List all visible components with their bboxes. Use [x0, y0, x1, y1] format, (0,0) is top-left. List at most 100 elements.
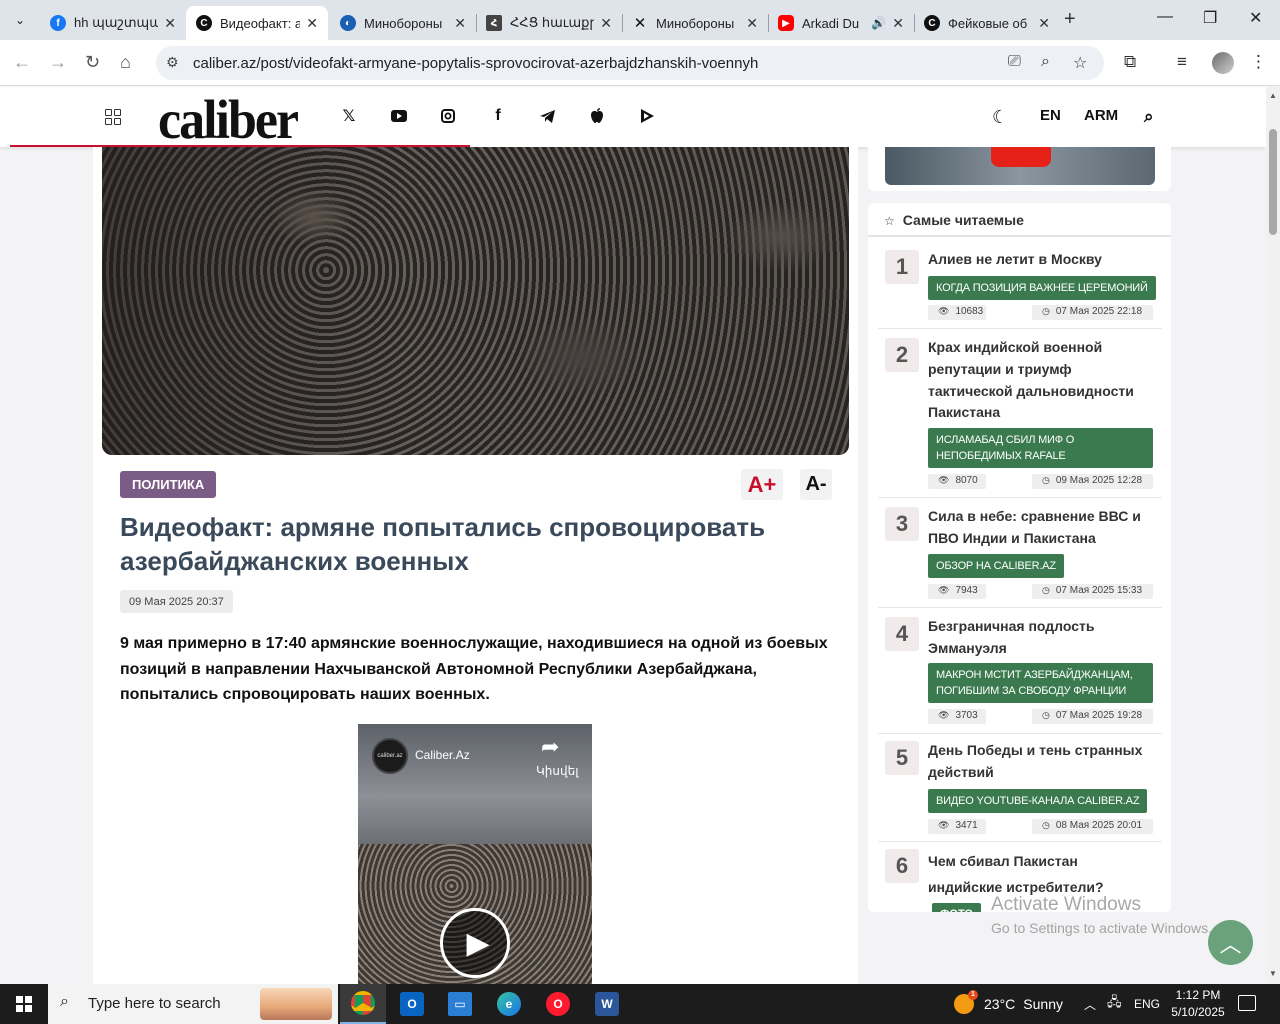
- instagram-social-icon[interactable]: [437, 105, 459, 127]
- item-title[interactable]: Крах индийской военной репутации и триум…: [928, 337, 1153, 424]
- item-meta: 👁 10683 ◷ 07 Мая 2025 22:18: [928, 305, 1153, 321]
- most-read-item[interactable]: 3 Сила в небе: сравнение ВВС и ПВО Индии…: [878, 498, 1162, 608]
- site-logo[interactable]: caliber: [158, 90, 299, 152]
- font-decrease-button[interactable]: A-: [800, 469, 832, 500]
- reload-button[interactable]: ↻: [85, 52, 100, 73]
- taskbar-outlook[interactable]: O: [389, 984, 435, 1024]
- close-tab-icon[interactable]: ✕: [892, 15, 904, 32]
- most-read-item[interactable]: 4 Безграничная подлость Эммануэля МАКРОН…: [878, 608, 1162, 734]
- browser-tab-4[interactable]: Հ ՀՀՑ հաւաքր ✕: [476, 6, 622, 40]
- new-tab-button[interactable]: +: [1064, 8, 1076, 31]
- windows-logo-icon: [16, 996, 32, 1012]
- back-to-top-button[interactable]: ︿: [1208, 920, 1253, 965]
- article-date: 09 Мая 2025 20:37: [120, 590, 233, 613]
- youtube-play-icon[interactable]: [991, 147, 1051, 167]
- system-clock[interactable]: 1:12 PM 5/10/2025: [1163, 987, 1233, 1021]
- browser-tab-1[interactable]: f hh պաշտպանությ ✕: [40, 6, 186, 40]
- close-tab-icon[interactable]: ✕: [1038, 15, 1050, 32]
- taskbar-edge[interactable]: e: [486, 984, 532, 1024]
- browser-tab-7[interactable]: C Фейковые об ✕: [914, 6, 1060, 40]
- start-button[interactable]: [0, 984, 48, 1024]
- media-controls-icon[interactable]: ≡: [1177, 52, 1187, 72]
- category-badge[interactable]: ПОЛИТИКА: [120, 471, 217, 498]
- profile-avatar[interactable]: [1212, 52, 1234, 74]
- sidebar-video-thumbnail[interactable]: [885, 147, 1155, 185]
- x-social-icon[interactable]: 𝕏: [338, 105, 360, 127]
- site-info-icon[interactable]: ⚙: [166, 54, 179, 71]
- lang-arm-link[interactable]: ARM: [1084, 107, 1118, 124]
- scroll-up-arrow-icon[interactable]: ▲: [1269, 91, 1277, 100]
- scroll-down-arrow-icon[interactable]: ▼: [1269, 969, 1277, 978]
- browser-menu-icon[interactable]: ⋮: [1250, 52, 1267, 72]
- telegram-social-icon[interactable]: [536, 105, 558, 127]
- browser-tab-2[interactable]: C Видеофакт: армяне ✕: [186, 6, 328, 40]
- channel-avatar[interactable]: caliber.az: [372, 738, 408, 774]
- facebook-social-icon[interactable]: f: [487, 105, 509, 127]
- font-increase-button[interactable]: A+: [741, 469, 783, 500]
- dark-mode-moon-icon[interactable]: ☾: [992, 107, 1008, 128]
- most-read-item[interactable]: 2 Крах индийской военной репутации и три…: [878, 329, 1162, 498]
- apple-podcasts-icon[interactable]: [586, 105, 608, 127]
- most-read-item[interactable]: 1 Алиев не летит в Москву КОГДА ПОЗИЦИЯ …: [878, 243, 1162, 329]
- input-language[interactable]: ENG: [1134, 984, 1160, 1024]
- item-title[interactable]: Безграничная подлость Эммануэля: [928, 616, 1153, 660]
- restore-window-button[interactable]: ❐: [1203, 8, 1217, 28]
- close-tab-icon[interactable]: ✕: [164, 15, 176, 32]
- taskbar-search-placeholder[interactable]: Type here to search: [88, 995, 221, 1012]
- back-button[interactable]: ←: [13, 52, 31, 73]
- share-arrow-icon[interactable]: ➦: [541, 734, 559, 760]
- browser-tab-6[interactable]: ▶ Arkadi Du 🔊 ✕: [768, 6, 914, 40]
- taskbar-remote-desktop[interactable]: ▭: [437, 984, 483, 1024]
- item-tag[interactable]: ОБЗОР НА CALIBER.AZ: [928, 554, 1064, 578]
- network-icon[interactable]: 🖧: [1107, 984, 1122, 1024]
- tab-search-button[interactable]: ⌄: [6, 6, 34, 34]
- install-app-icon[interactable]: ⎚: [1008, 53, 1021, 71]
- url-text[interactable]: caliber.az/post/videofakt-armyane-popyta…: [193, 55, 758, 72]
- taskbar-chrome[interactable]: [340, 984, 386, 1024]
- item-time: 09 Мая 2025 12:28: [1055, 475, 1143, 486]
- forward-button[interactable]: →: [49, 52, 67, 73]
- item-tag[interactable]: ФОТО: [932, 903, 981, 912]
- google-play-icon[interactable]: [636, 105, 658, 127]
- bookmark-star-icon[interactable]: ☆: [1073, 53, 1087, 73]
- browser-tab-5[interactable]: ✕ Минобороны ✕: [622, 6, 768, 40]
- item-tag[interactable]: ИСЛАМАБАД СБИЛ МИФ О НЕПОБЕДИМЫХ RAFALE: [928, 428, 1153, 468]
- item-tag[interactable]: КОГДА ПОЗИЦИЯ ВАЖНЕЕ ЦЕРЕМОНИЙ: [928, 276, 1156, 300]
- tray-chevron-up-icon[interactable]: ︿: [1084, 984, 1096, 1024]
- page-scrollbar[interactable]: ▲ ▼: [1266, 87, 1280, 984]
- minimize-window-button[interactable]: —: [1157, 8, 1173, 26]
- most-read-item[interactable]: 5 День Победы и тень странных действий В…: [878, 734, 1162, 842]
- close-tab-icon[interactable]: ✕: [746, 15, 758, 32]
- item-tag[interactable]: МАКРОН МСТИТ АЗЕРБАЙДЖАНЦАМ, ПОГИБШИМ ЗА…: [928, 663, 1153, 703]
- video-share-label[interactable]: Կիսվել: [536, 764, 578, 778]
- speaker-icon[interactable]: 🔊: [871, 16, 886, 30]
- close-window-button[interactable]: ✕: [1249, 8, 1262, 28]
- weather-widget[interactable]: 1 23°C Sunny: [954, 984, 1063, 1024]
- scrollbar-thumb[interactable]: [1269, 129, 1277, 235]
- extensions-icon[interactable]: ⧉: [1124, 52, 1136, 72]
- search-icon[interactable]: ⌕: [1144, 107, 1154, 127]
- item-title[interactable]: Алиев не летит в Москву: [928, 249, 1153, 271]
- clock-date: 5/10/2025: [1171, 1005, 1225, 1019]
- item-title[interactable]: Сила в небе: сравнение ВВС и ПВО Индии и…: [928, 506, 1153, 550]
- play-button[interactable]: ▶: [440, 908, 510, 978]
- taskbar-word[interactable]: W: [584, 984, 630, 1024]
- taskbar-search-box[interactable]: ⌕ Type here to search: [48, 984, 338, 1024]
- browser-tab-3[interactable]: ◐ Минобороны ✕: [330, 6, 476, 40]
- close-tab-icon[interactable]: ✕: [306, 15, 318, 32]
- home-button[interactable]: ⌂: [120, 52, 131, 73]
- taskbar-opera[interactable]: O: [535, 984, 581, 1024]
- embedded-video-player[interactable]: caliber.az Caliber.Az ➦ Կիսվել ▶: [358, 724, 592, 984]
- video-channel-name[interactable]: Caliber.Az: [415, 748, 470, 762]
- address-bar[interactable]: ⚙ caliber.az/post/videofakt-armyane-popy…: [156, 46, 1104, 80]
- site-header: caliber 𝕏 f ☾ EN ARM ⌕: [0, 87, 1266, 150]
- notifications-icon[interactable]: [1238, 995, 1256, 1011]
- youtube-social-icon[interactable]: [388, 105, 410, 127]
- menu-grid-icon[interactable]: [105, 109, 121, 125]
- zoom-icon[interactable]: ⌕: [1041, 53, 1050, 71]
- item-title[interactable]: День Победы и тень странных действий: [928, 740, 1153, 784]
- close-tab-icon[interactable]: ✕: [600, 15, 612, 32]
- lang-en-link[interactable]: EN: [1040, 107, 1061, 124]
- item-tag[interactable]: ВИДЕО YOUTUBE-КАНАЛА CALIBER.AZ: [928, 789, 1148, 813]
- close-tab-icon[interactable]: ✕: [454, 15, 466, 32]
